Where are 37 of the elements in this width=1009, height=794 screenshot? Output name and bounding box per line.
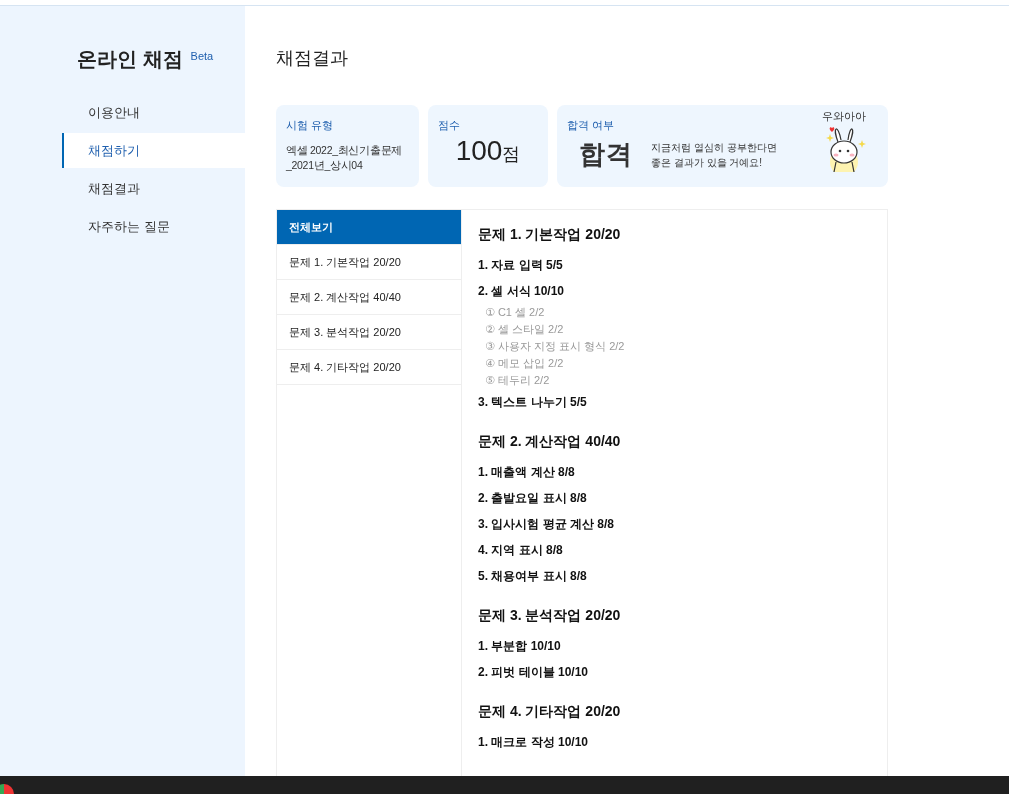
- card-label: 시험 유형: [286, 118, 334, 133]
- result-subitem: ④ 메모 삽입 2/2: [484, 356, 565, 371]
- card-label: 점수: [438, 118, 460, 133]
- section-title: 문제 3. 분석작업 20/20: [478, 607, 622, 625]
- result-item: 5. 채용여부 표시 8/8: [478, 568, 588, 585]
- result-subitem: ② 셀 스타일 2/2: [484, 322, 565, 337]
- result-message: 지금처럼 열심히 공부한다면 좋은 결과가 있을 거예요!: [651, 140, 777, 170]
- nav-item[interactable]: 채점결과: [62, 171, 245, 206]
- result-item: 1. 매크로 작성 10/10: [478, 734, 590, 751]
- nav-item[interactable]: 자주하는 질문: [62, 209, 245, 244]
- question-tab[interactable]: 전체보기: [277, 210, 461, 245]
- section-title: 문제 2. 계산작업 40/40: [478, 433, 622, 451]
- beta-label: Beta: [190, 50, 214, 62]
- result-value: 합격: [579, 138, 633, 171]
- nav-item[interactable]: 이용안내: [62, 95, 245, 130]
- result-item: 2. 셀 서식 10/10: [478, 283, 566, 300]
- score-unit: 점: [502, 144, 521, 166]
- card-label: 합격 여부: [567, 118, 615, 133]
- section-title: 문제 4. 기타작업 20/20: [478, 703, 622, 721]
- result-item: 3. 텍스트 나누기 5/5: [478, 394, 588, 411]
- result-subitem: ① C1 셀 2/2: [484, 305, 546, 320]
- result-item: 2. 출발요일 표시 8/8: [478, 490, 588, 507]
- section-title: 문제 1. 기본작업 20/20: [478, 226, 622, 244]
- result-item: 3. 입사시험 평균 계산 8/8: [478, 516, 616, 533]
- result-item: 1. 매출액 계산 8/8: [478, 464, 576, 481]
- nav-item[interactable]: 채점하기: [62, 133, 245, 168]
- result-item: 1. 자료 입력 5/5: [478, 257, 564, 274]
- result-subitem: ⑤ 테두리 2/2: [484, 373, 551, 388]
- result-item: 1. 부분합 10/10: [478, 638, 562, 655]
- result-item: 2. 피벗 테이블 10/10: [478, 664, 590, 681]
- result-subitem: ③ 사용자 지정 표시 형식 2/2: [484, 339, 625, 354]
- exam-type-text: 엑셀 2022_최신기출문제 _2021년_상시04: [286, 143, 403, 173]
- app-title: 온라인 채점: [77, 47, 183, 72]
- result-item: 4. 지역 표시 8/8: [478, 542, 564, 559]
- sticker-text: 우와아아: [822, 109, 866, 124]
- score-value: 100: [455, 135, 503, 167]
- page-title: 채점결과: [276, 47, 349, 70]
